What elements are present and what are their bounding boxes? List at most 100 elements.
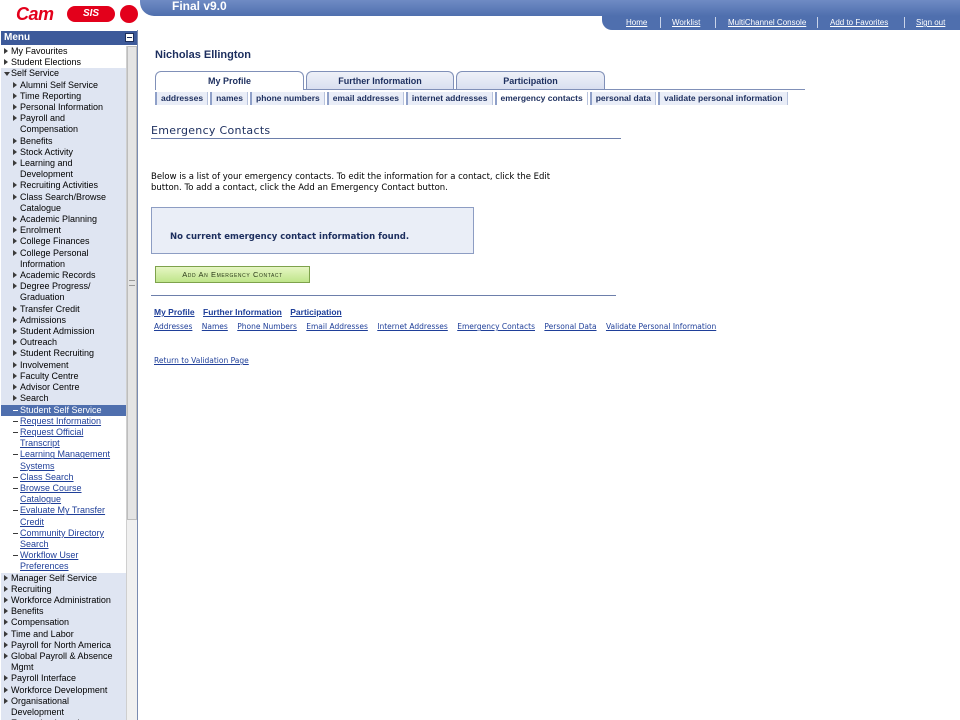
menu-item-browse-course-catalogue[interactable]: Browse Course Catalogue <box>1 483 126 505</box>
subtab-personal-data[interactable]: personal data <box>589 92 656 105</box>
menu-item-time-reporting[interactable]: Time Reporting <box>1 90 126 103</box>
expand-arrow-icon <box>13 305 17 312</box>
return-to-validation-link[interactable]: Return to Validation Page <box>154 356 249 365</box>
menu-item-request-official-transcript[interactable]: Request Official Transcript <box>1 427 126 449</box>
menu-item-request-information[interactable]: Request Information <box>1 416 126 427</box>
app-title: Final v9.0 <box>172 0 227 13</box>
collapse-icon[interactable] <box>125 33 134 42</box>
menu-item-student-admission[interactable]: Student Admission <box>1 326 126 338</box>
menu-item-class-search-browse-catalogue[interactable]: Class Search/Browse Catalogue <box>1 191 126 215</box>
subtab-validate-personal-information[interactable]: validate personal information <box>658 92 788 105</box>
menu-item-faculty-centre[interactable]: Faculty Centre <box>1 370 126 383</box>
footer-link-internet-addresses[interactable]: Internet Addresses <box>377 322 448 331</box>
expand-arrow-icon <box>13 395 17 402</box>
nav-worklist[interactable]: Worklist <box>672 18 700 27</box>
menu-item-workflow-user-preferences[interactable]: Workflow User Preferences <box>1 550 126 572</box>
menu-item-recruiting-activities[interactable]: Recruiting Activities <box>1 180 126 192</box>
menu-item-student-self-service[interactable]: Student Self Service <box>1 404 126 416</box>
expand-arrow-icon <box>13 227 17 234</box>
footer-link-addresses[interactable]: Addresses <box>154 322 192 331</box>
menu-item-degree-progress-graduation[interactable]: Degree Progress/ Graduation <box>1 281 126 304</box>
subtab-email-addresses[interactable]: email addresses <box>326 92 404 105</box>
menu-item-recruiting[interactable]: Recruiting <box>1 583 126 595</box>
expand-arrow-icon <box>13 92 17 99</box>
add-emergency-contact-button[interactable]: Add An Emergency Contact <box>155 266 310 283</box>
subtab-internet-addresses[interactable]: internet addresses <box>405 92 493 105</box>
menu-item-outreach[interactable]: Outreach <box>1 337 126 349</box>
footer-link-my-profile[interactable]: My Profile <box>154 307 195 317</box>
subtab-names[interactable]: names <box>210 92 248 105</box>
menu-sidebar: Menu My Favourites Student Elections Self … <box>0 30 138 720</box>
menu-item-label: Outreach <box>20 337 58 348</box>
subtab-phone-numbers[interactable]: phone numbers <box>250 92 325 105</box>
menu-item-stock-activity[interactable]: Stock Activity <box>1 146 126 159</box>
subtab-addresses[interactable]: addresses <box>155 92 209 105</box>
footer-link-phone-numbers[interactable]: Phone Numbers <box>237 322 297 331</box>
menu-item-label: Organisational Development <box>11 695 70 717</box>
menu-item-involvement[interactable]: Involvement <box>1 359 126 371</box>
footer-link-further-information[interactable]: Further Information <box>203 307 282 317</box>
dash-icon <box>13 409 18 411</box>
menu-item-label: Involvement <box>20 359 69 370</box>
tab-my-profile[interactable]: My Profile <box>155 71 304 90</box>
tab-further-information[interactable]: Further Information <box>306 71 454 89</box>
universal-nav: Home Worklist MultiChannel Console Add t… <box>602 16 960 30</box>
nav-home[interactable]: Home <box>626 18 647 27</box>
menu-item-self-service[interactable]: Self Service <box>1 68 126 80</box>
footer-link-participation[interactable]: Participation <box>290 307 341 317</box>
menu-item-time-and-labor[interactable]: Time and Labor <box>1 628 126 640</box>
menu-item-global-payroll-absence-mgmt[interactable]: Global Payroll & Absence Mgmt <box>1 650 126 674</box>
menu-item-admissions[interactable]: Admissions <box>1 314 126 327</box>
menu-item-label: Request Information <box>20 415 102 426</box>
footer-link-names[interactable]: Names <box>202 322 228 331</box>
expand-arrow-icon <box>13 148 17 155</box>
menu-item-label: Personal Information <box>20 102 104 113</box>
menu-item-label: Request Official Transcript <box>20 426 84 449</box>
menu-item-benefits[interactable]: Benefits <box>1 606 126 618</box>
menu-item-learning-management-systems[interactable]: Learning Management Systems <box>1 449 126 471</box>
menu-item-payroll-for-north-america[interactable]: Payroll for North America <box>1 639 126 651</box>
footer-link-email-addresses[interactable]: Email Addresses <box>306 322 368 331</box>
menu-item-enrolment[interactable]: Enrolment <box>1 225 126 237</box>
menu-item-alumni-self-service[interactable]: Alumni Self Service <box>1 79 126 91</box>
menu-item-benefits[interactable]: Benefits <box>1 135 126 147</box>
menu-item-personal-information[interactable]: Personal Information <box>1 102 126 114</box>
camsis-logo[interactable]: Cam SIS <box>14 3 138 24</box>
menu-item-search[interactable]: Search <box>1 393 126 405</box>
nav-multichannel-console[interactable]: MultiChannel Console <box>728 18 806 27</box>
tab-participation[interactable]: Participation <box>456 71 605 89</box>
nav-separator <box>904 17 905 28</box>
nav-add-to-favorites[interactable]: Add to Favorites <box>830 18 888 27</box>
menu-item-organisational-development[interactable]: Organisational Development <box>1 695 126 719</box>
menu-item-workforce-development[interactable]: Workforce Development <box>1 684 126 696</box>
footer-link-validate-personal-information[interactable]: Validate Personal Information <box>606 322 716 331</box>
menu-item-advisor-centre[interactable]: Advisor Centre <box>1 382 126 394</box>
nav-sign-out[interactable]: Sign out <box>916 18 945 27</box>
menu-item-transfer-credit[interactable]: Transfer Credit <box>1 303 126 315</box>
menu-item-my-favourites[interactable]: My Favourites <box>1 46 126 57</box>
menu-item-compensation[interactable]: Compensation <box>1 617 126 629</box>
menu-item-evaluate-my-transfer-credit[interactable]: Evaluate My Transfer Credit <box>1 505 126 527</box>
menu-item-community-directory-search[interactable]: Community Directory Search <box>1 528 126 550</box>
footer-link-emergency-contacts[interactable]: Emergency Contacts <box>457 322 535 331</box>
dash-icon <box>13 532 18 534</box>
menu-item-label: Recruiting <box>11 583 52 594</box>
nav-separator <box>817 17 818 28</box>
menu-item-class-search[interactable]: Class Search <box>1 472 126 483</box>
menu-item-academic-planning[interactable]: Academic Planning <box>1 214 126 226</box>
expand-arrow-icon <box>4 619 8 626</box>
menu-item-workforce-administration[interactable]: Workforce Administration <box>1 594 126 607</box>
menu-item-manager-self-service[interactable]: Manager Self Service <box>1 572 126 584</box>
menu-item-student-recruiting[interactable]: Student Recruiting <box>1 348 126 360</box>
menu-item-label: College Personal Information <box>20 247 89 269</box>
menu-item-payroll-and-compensation[interactable]: Payroll and Compensation <box>1 113 126 136</box>
subtab-emergency-contacts[interactable]: emergency contacts <box>494 92 588 105</box>
menu-item-college-finances[interactable]: College Finances <box>1 236 126 248</box>
menu-item-label: Payroll Interface <box>11 673 77 684</box>
menu-item-learning-and-development[interactable]: Learning and Development <box>1 158 126 181</box>
menu-item-student-elections[interactable]: Student Elections <box>1 57 126 68</box>
menu-item-payroll-interface[interactable]: Payroll Interface <box>1 673 126 685</box>
menu-item-academic-records[interactable]: Academic Records <box>1 270 126 282</box>
menu-item-college-personal-information[interactable]: College Personal Information <box>1 247 126 271</box>
footer-link-personal-data[interactable]: Personal Data <box>544 322 596 331</box>
